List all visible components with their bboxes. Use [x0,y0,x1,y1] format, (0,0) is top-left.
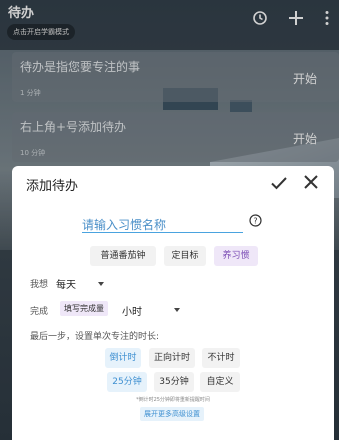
mode-count-up[interactable]: 正向计时 [149,348,195,368]
duration-custom[interactable]: 自定义 [200,372,240,392]
chevron-down-icon[interactable] [174,308,180,312]
habit-name-field [82,214,243,233]
duration-25[interactable]: 25分钟 [107,372,147,392]
duration-35[interactable]: 35分钟 [154,372,194,392]
svg-text:?: ? [253,216,257,225]
advanced-settings-button[interactable]: 展开更多高级设置 [140,407,204,421]
habit-name-input[interactable] [82,218,243,232]
dialog-title: 添加待办 [26,179,79,194]
duration-prompt: 最后一步，设置单次专注的时长: [30,332,160,342]
wish-label: 我想 [30,280,49,290]
mode-no-timer[interactable]: 不计时 [202,348,240,368]
countdown-note: *倒计时25分钟即将重新提醒时间 [136,397,210,403]
frequency-select[interactable]: 每天 [56,276,76,291]
unit-select[interactable]: 小时 [122,303,142,318]
confirm-icon[interactable] [270,174,288,196]
tab-goal[interactable]: 定目标 [164,246,206,266]
tab-pomodoro[interactable]: 普通番茄钟 [90,246,156,266]
fill-amount-button[interactable]: 填写完成量 [60,301,108,316]
close-icon[interactable] [303,174,319,194]
mode-countdown[interactable]: 倒计时 [105,348,141,368]
complete-label: 完成 [30,307,49,317]
add-todo-dialog: 添加待办 ? 普通番茄钟 定目标 养习惯 我想 每天 完成 填写完成量 小时 最… [12,166,334,440]
tab-habit[interactable]: 养习惯 [214,246,258,266]
chevron-down-icon[interactable] [98,282,104,286]
help-icon[interactable]: ? [249,212,262,231]
